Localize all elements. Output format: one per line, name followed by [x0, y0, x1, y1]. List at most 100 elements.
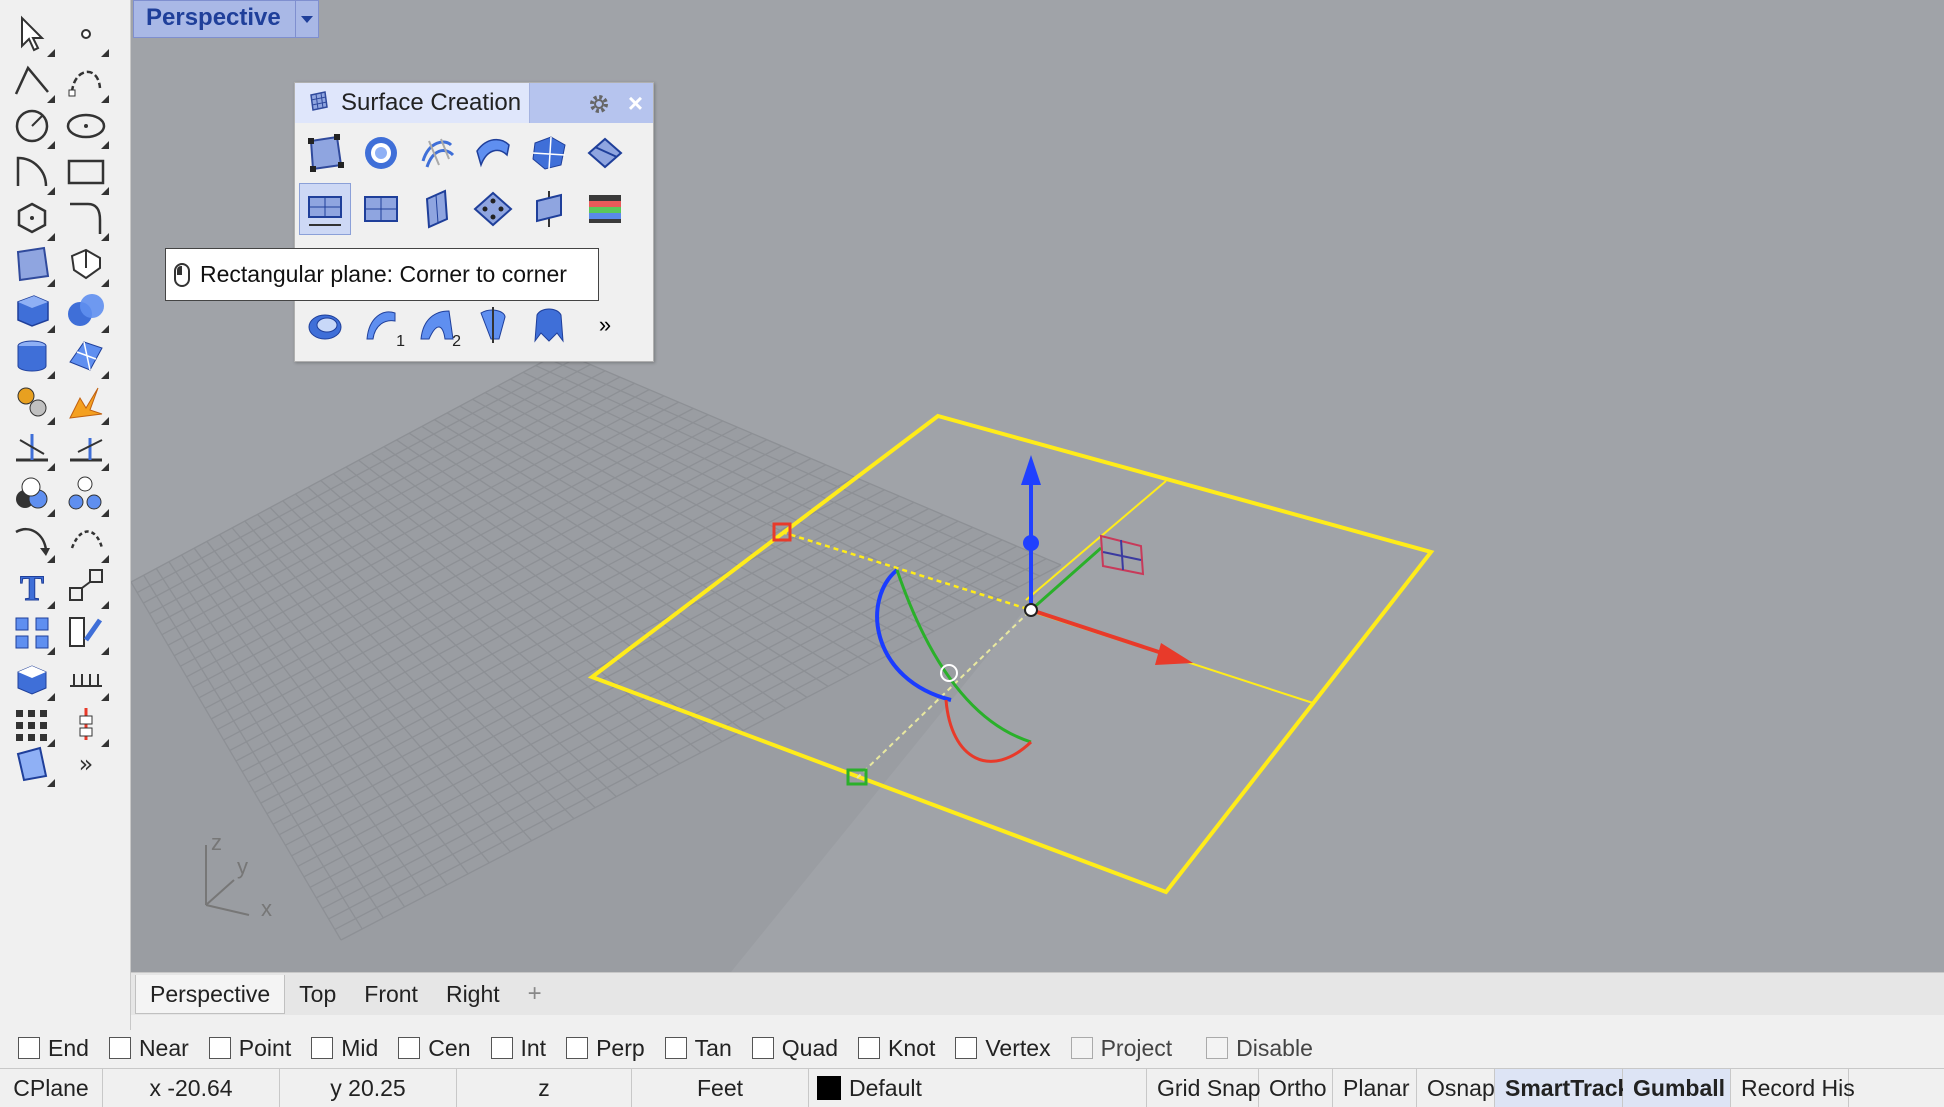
- viewport-title[interactable]: Perspective: [133, 0, 319, 38]
- viewport-title-label[interactable]: Perspective: [134, 1, 295, 37]
- layer-selector[interactable]: Default: [809, 1069, 1147, 1107]
- offset-curve-icon[interactable]: [8, 516, 56, 564]
- osnap-point[interactable]: Point: [208, 1035, 291, 1062]
- close-icon[interactable]: ×: [628, 90, 643, 116]
- panel-header[interactable]: Surface Creation ×: [295, 83, 653, 123]
- osnap-cen[interactable]: Cen: [398, 1035, 471, 1062]
- osnap-checkbox[interactable]: [108, 1037, 131, 1059]
- trim-icon[interactable]: [8, 424, 56, 472]
- osnap-checkbox[interactable]: [1206, 1037, 1229, 1059]
- sweep2-icon[interactable]: 2: [411, 299, 463, 351]
- osnap-mid[interactable]: Mid: [311, 1035, 378, 1062]
- osnap-checkbox[interactable]: [208, 1037, 231, 1059]
- osnap-tan[interactable]: Tan: [664, 1035, 732, 1062]
- tab-perspective[interactable]: Perspective: [135, 974, 286, 1014]
- network-surface-icon[interactable]: [411, 127, 463, 179]
- circle-icon[interactable]: [8, 102, 56, 150]
- curve-icon[interactable]: [62, 56, 110, 104]
- toggle-smarttrack[interactable]: SmartTrack: [1495, 1069, 1630, 1107]
- heightfield-icon[interactable]: [579, 183, 631, 235]
- gear-icon[interactable]: [587, 92, 611, 121]
- tab-top[interactable]: Top: [285, 975, 350, 1013]
- more-icon[interactable]: »: [579, 299, 631, 351]
- vertical-plane-icon[interactable]: [355, 183, 407, 235]
- extrude-curve-icon[interactable]: [62, 240, 110, 288]
- add-tab-icon[interactable]: +: [514, 980, 556, 1008]
- osnap-checkbox[interactable]: [566, 1037, 589, 1059]
- edge-curves-surface-icon[interactable]: [579, 127, 631, 179]
- osnap-checkbox[interactable]: [751, 1037, 774, 1059]
- scale-icon[interactable]: [62, 562, 110, 610]
- rectangular-plane-icon[interactable]: [299, 183, 351, 235]
- osnap-int[interactable]: Int: [490, 1035, 546, 1062]
- toggle-planar[interactable]: Planar: [1333, 1069, 1417, 1107]
- cutting-plane-icon[interactable]: [523, 183, 575, 235]
- select-arrow-icon[interactable]: [8, 10, 56, 58]
- cylinder-icon[interactable]: [8, 332, 56, 380]
- sweep1-icon[interactable]: 1: [355, 299, 407, 351]
- toggle-grid-snap[interactable]: Grid Snap: [1147, 1069, 1261, 1107]
- units-label[interactable]: Feet: [632, 1069, 809, 1107]
- tab-front[interactable]: Front: [350, 975, 432, 1013]
- axis-z-label: z: [211, 830, 222, 855]
- osnap-knot[interactable]: Knot: [858, 1035, 935, 1062]
- transform-icon[interactable]: [8, 378, 56, 426]
- polyline-icon[interactable]: [8, 56, 56, 104]
- perspective-viewport[interactable]: zyx Perspective Surface Creation × 1 2 » R…: [131, 0, 1944, 972]
- osnap-checkbox[interactable]: [398, 1037, 421, 1059]
- polygon-icon[interactable]: [8, 194, 56, 242]
- more-icon[interactable]: »: [62, 740, 110, 788]
- ellipse-icon[interactable]: [62, 102, 110, 150]
- osnap-checkbox[interactable]: [311, 1037, 334, 1059]
- osnap-checkbox[interactable]: [1070, 1037, 1093, 1059]
- fillet-curve-icon[interactable]: [62, 194, 110, 242]
- osnap-vertex[interactable]: Vertex: [955, 1035, 1051, 1062]
- sphere-surface-icon[interactable]: [355, 127, 407, 179]
- toggle-gumball[interactable]: Gumball: [1623, 1069, 1731, 1107]
- extrude-surface-icon[interactable]: [523, 299, 575, 351]
- text-icon[interactable]: T: [8, 562, 56, 610]
- toggle-osnap[interactable]: Osnap: [1417, 1069, 1495, 1107]
- osnap-end[interactable]: End: [18, 1035, 89, 1062]
- osnap-project[interactable]: Project: [1070, 1035, 1172, 1062]
- plane-3point-icon[interactable]: [411, 183, 463, 235]
- loft-icon[interactable]: [467, 127, 519, 179]
- drafting-icon[interactable]: [8, 740, 56, 788]
- osnap-perp[interactable]: Perp: [566, 1035, 645, 1062]
- toggle-record-his[interactable]: Record His: [1731, 1069, 1855, 1107]
- box-icon[interactable]: [8, 286, 56, 334]
- boolean-union-icon[interactable]: [62, 286, 110, 334]
- analyze-icon[interactable]: [62, 608, 110, 656]
- patch-icon[interactable]: [523, 127, 575, 179]
- tab-right[interactable]: Right: [432, 975, 514, 1013]
- curve-tools-icon[interactable]: [62, 516, 110, 564]
- osnap-checkbox[interactable]: [490, 1037, 513, 1059]
- ungroup-icon[interactable]: [62, 470, 110, 518]
- point-icon[interactable]: [62, 10, 110, 58]
- surface-from-points-icon[interactable]: [8, 240, 56, 288]
- plane-through-points-icon[interactable]: [467, 183, 519, 235]
- osnap-checkbox[interactable]: [664, 1037, 687, 1059]
- arc-icon[interactable]: [8, 148, 56, 196]
- osnap-quad[interactable]: Quad: [751, 1035, 838, 1062]
- toggle-ortho[interactable]: Ortho: [1259, 1069, 1333, 1107]
- split-icon[interactable]: [62, 424, 110, 472]
- explode-icon[interactable]: [62, 378, 110, 426]
- array-icon[interactable]: [8, 608, 56, 656]
- revolve-icon[interactable]: [299, 299, 351, 351]
- group-icon[interactable]: [8, 470, 56, 518]
- osnap-disable[interactable]: Disable: [1206, 1035, 1313, 1062]
- rail-revolve-icon[interactable]: [467, 299, 519, 351]
- dimension-icon[interactable]: [62, 654, 110, 702]
- mesh-icon[interactable]: [62, 332, 110, 380]
- rectangle-icon[interactable]: [62, 148, 110, 196]
- osnap-checkbox[interactable]: [18, 1037, 40, 1059]
- render-icon[interactable]: [8, 654, 56, 702]
- cplane-label[interactable]: CPlane: [0, 1069, 103, 1107]
- corner-points-surface-icon[interactable]: [299, 127, 351, 179]
- panel-tab[interactable]: Surface Creation: [295, 83, 531, 123]
- osnap-checkbox[interactable]: [955, 1037, 978, 1059]
- osnap-near[interactable]: Near: [108, 1035, 189, 1062]
- chevron-down-icon[interactable]: [294, 1, 318, 37]
- osnap-checkbox[interactable]: [858, 1037, 881, 1059]
